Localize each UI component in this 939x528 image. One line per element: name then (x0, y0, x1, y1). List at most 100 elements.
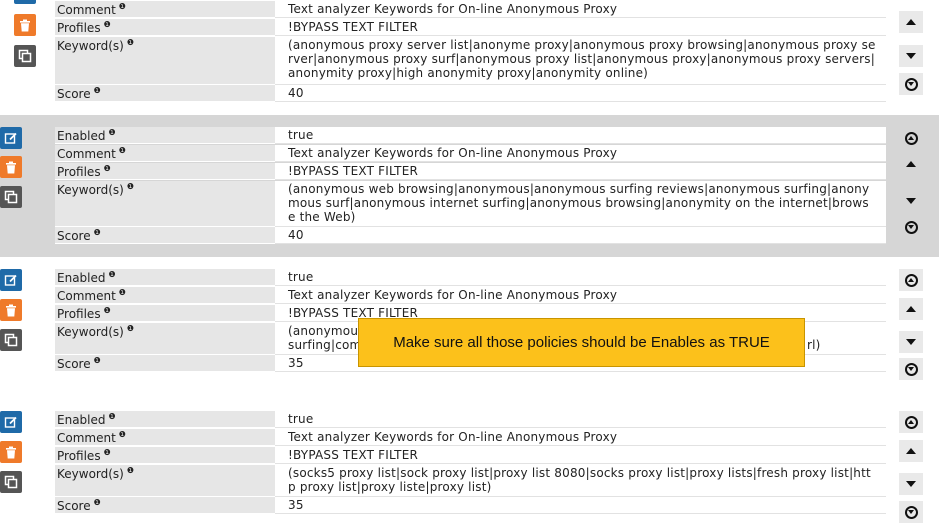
circle-arrow-down-icon (904, 77, 918, 91)
comment-value: Text analyzer Keywords for On-line Anony… (275, 145, 886, 162)
instruction-callout: Make sure all those policies should be E… (358, 318, 805, 367)
copy-icon (4, 190, 18, 204)
field-enabled: Enabled ❶ true (55, 411, 886, 428)
info-icon: ❶ (126, 182, 135, 191)
copy-button[interactable] (0, 329, 22, 351)
info-icon: ❶ (93, 228, 101, 237)
info-icon: ❶ (103, 164, 111, 173)
field-comment: Comment ❶ Text analyzer Keywords for On-l… (55, 145, 886, 162)
arrow-up-icon (906, 448, 916, 454)
move-up-button[interactable] (899, 440, 923, 462)
info-icon: ❶ (118, 2, 126, 11)
field-label: Enabled ❶ (55, 269, 275, 286)
score-value: 35 (275, 497, 886, 514)
arrow-up-icon (906, 161, 916, 167)
trash-icon (20, 19, 30, 31)
field-label: Score ❶ (55, 227, 275, 244)
keywords-value: (socks5 proxy list|sock proxy list|proxy… (275, 465, 886, 497)
delete-button[interactable] (0, 156, 22, 178)
policy-block-1: Comment ❶ Text analyzer Keywords for On-l… (0, 0, 939, 112)
field-enabled: Enabled ❶ true (55, 269, 886, 286)
move-top-button[interactable] (899, 411, 923, 433)
circle-arrow-down-icon (904, 505, 918, 519)
move-bottom-button[interactable] (899, 73, 923, 95)
edit-icon (4, 274, 17, 286)
copy-icon (18, 49, 32, 63)
edit-button[interactable] (0, 269, 22, 291)
delete-button[interactable] (0, 299, 22, 321)
info-icon: ❶ (126, 466, 135, 475)
field-label: Comment ❶ (55, 287, 275, 304)
move-down-button[interactable] (899, 331, 923, 353)
profiles-value: !BYPASS TEXT FILTER (275, 447, 886, 464)
delete-button[interactable] (0, 441, 22, 463)
field-keywords: Keyword(s) ❶ (anonymous web browsing|anon… (55, 181, 886, 227)
field-score: Score ❶ 40 (55, 85, 886, 102)
field-label: Score ❶ (55, 355, 275, 372)
field-label: Keyword(s) ❶ (55, 465, 275, 497)
field-profiles: Profiles ❶ !BYPASS TEXT FILTER (55, 163, 886, 180)
move-top-button[interactable] (899, 127, 923, 149)
copy-icon (4, 333, 18, 347)
circle-arrow-up-icon (904, 131, 918, 145)
copy-button[interactable] (0, 471, 22, 493)
edit-button[interactable] (14, 0, 36, 4)
move-up-button[interactable] (899, 298, 923, 320)
move-top-button[interactable] (899, 269, 923, 291)
arrow-down-icon (906, 339, 916, 345)
policy-block-4: Enabled ❶ true Comment ❶ Text analyzer Key… (0, 400, 939, 528)
move-down-button[interactable] (899, 473, 923, 495)
circle-arrow-up-icon (904, 415, 918, 429)
policy-block-2[interactable]: Enabled ❶ true Comment ❶ Text analyzer Key… (0, 115, 939, 257)
enabled-value: true (275, 127, 886, 144)
edit-icon (4, 132, 17, 144)
keywords-value: (anonymous proxy server list|anonyme pro… (275, 37, 886, 85)
edit-button[interactable] (0, 127, 22, 149)
score-value: 40 (275, 85, 886, 102)
edit-button[interactable] (0, 411, 22, 433)
copy-button[interactable] (0, 186, 22, 208)
field-profiles: Profiles ❶ !BYPASS TEXT FILTER (55, 19, 886, 36)
circle-arrow-down-icon (904, 220, 918, 234)
profiles-value: !BYPASS TEXT FILTER (275, 163, 886, 180)
trash-icon (6, 304, 16, 316)
field-label: Keyword(s) ❶ (55, 323, 275, 355)
info-icon: ❶ (126, 324, 135, 333)
field-label: Comment ❶ (55, 145, 275, 162)
info-icon: ❶ (93, 498, 101, 507)
move-down-button[interactable] (899, 190, 923, 212)
move-bottom-button[interactable] (899, 358, 923, 380)
field-label: Score ❶ (55, 497, 275, 514)
enabled-value: true (275, 269, 886, 286)
move-up-button[interactable] (899, 11, 923, 33)
score-value: 40 (275, 227, 886, 244)
comment-value: Text analyzer Keywords for On-line Anony… (275, 429, 886, 446)
move-bottom-button[interactable] (899, 501, 923, 523)
field-keywords: Keyword(s) ❶ (socks5 proxy list|sock prox… (55, 465, 886, 497)
move-bottom-button[interactable] (899, 216, 923, 238)
info-icon: ❶ (108, 128, 116, 137)
info-icon: ❶ (118, 146, 126, 155)
comment-value: Text analyzer Keywords for On-line Anony… (275, 1, 886, 18)
field-label: Comment ❶ (55, 1, 275, 18)
delete-button[interactable] (14, 14, 36, 36)
circle-arrow-up-icon (904, 273, 918, 287)
arrow-up-icon (906, 19, 916, 25)
info-icon: ❶ (103, 448, 111, 457)
copy-button[interactable] (14, 45, 36, 67)
info-icon: ❶ (108, 412, 116, 421)
field-enabled: Enabled ❶ true (55, 127, 886, 144)
move-up-button[interactable] (899, 153, 923, 175)
move-down-button[interactable] (899, 45, 923, 67)
info-icon: ❶ (126, 38, 135, 47)
field-label: Profiles ❶ (55, 305, 275, 322)
field-label: Profiles ❶ (55, 447, 275, 464)
field-label: Keyword(s) ❶ (55, 181, 275, 227)
field-label: Keyword(s) ❶ (55, 37, 275, 85)
enabled-value: true (275, 411, 886, 428)
edit-icon (4, 416, 17, 428)
field-label: Profiles ❶ (55, 19, 275, 36)
trash-icon (6, 161, 16, 173)
comment-value: Text analyzer Keywords for On-line Anony… (275, 287, 886, 304)
info-icon: ❶ (103, 306, 111, 315)
